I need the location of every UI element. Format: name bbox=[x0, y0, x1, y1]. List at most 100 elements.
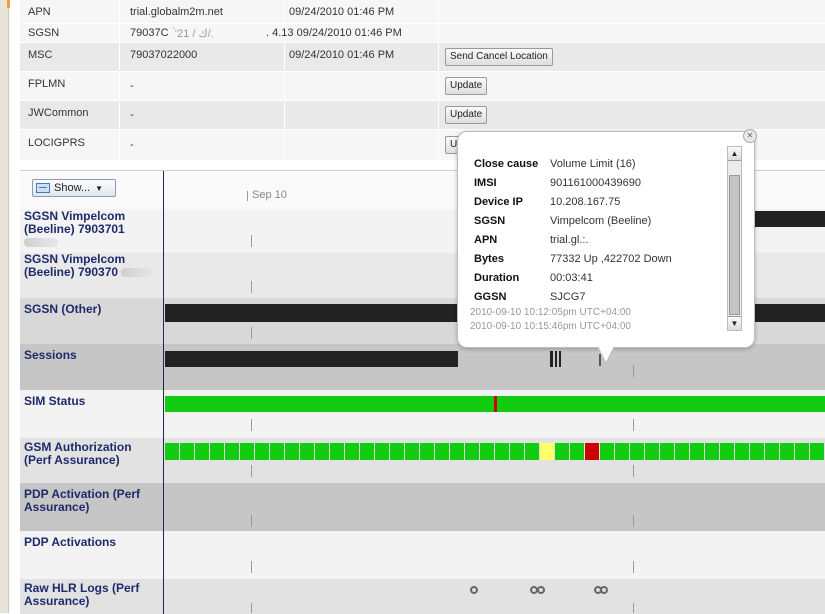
gsm-auth-segment[interactable] bbox=[525, 443, 539, 460]
axis-tick bbox=[633, 561, 634, 573]
gsm-auth-segment[interactable] bbox=[210, 443, 224, 460]
popup-field: IMSI 901161000439690 bbox=[474, 173, 676, 192]
attr-row-msc: MSC 79037022000 09/24/2010 01:46 PM Send… bbox=[20, 43, 825, 72]
gsm-auth-strip bbox=[165, 443, 825, 460]
gsm-auth-segment[interactable] bbox=[660, 443, 674, 460]
update-jwcommon-button[interactable]: Update bbox=[445, 106, 488, 124]
gsm-auth-segment[interactable] bbox=[225, 443, 239, 460]
send-cancel-location-button[interactable]: Send Cancel Location bbox=[445, 48, 553, 66]
attr-updated-text: 09/24/2010 01:46 PM bbox=[296, 27, 402, 39]
arrow-up-icon[interactable]: ▲ bbox=[728, 147, 741, 161]
attr-updated bbox=[284, 72, 434, 100]
popup-end-time: 2010-09-10 10:15:46pm UTC+04:00 bbox=[470, 321, 631, 332]
attr-action-cell: Update bbox=[438, 72, 825, 100]
hlr-log-marker[interactable] bbox=[470, 586, 478, 594]
gsm-auth-segment[interactable] bbox=[495, 443, 509, 460]
attr-value: trial.globalm2m.net bbox=[130, 5, 223, 18]
gsm-auth-segment[interactable] bbox=[585, 443, 599, 460]
attr-value: - bbox=[130, 109, 134, 121]
session-marker[interactable] bbox=[550, 351, 553, 367]
gsm-auth-segment[interactable] bbox=[255, 443, 269, 460]
session-bar[interactable] bbox=[165, 351, 458, 367]
gsm-auth-segment[interactable] bbox=[390, 443, 404, 460]
gsm-auth-segment[interactable] bbox=[645, 443, 659, 460]
scrollbar-thumb[interactable] bbox=[729, 175, 740, 315]
popup-field-key: Close cause bbox=[474, 157, 539, 170]
axis-tick bbox=[633, 465, 634, 477]
hlr-log-marker[interactable] bbox=[537, 586, 545, 594]
attr-action-cell: Update bbox=[438, 101, 825, 129]
gsm-auth-segment[interactable] bbox=[540, 443, 554, 460]
gsm-auth-segment[interactable] bbox=[300, 443, 314, 460]
hlr-log-marker[interactable] bbox=[600, 586, 608, 594]
gsm-auth-segment[interactable] bbox=[750, 443, 764, 460]
gsm-auth-segment[interactable] bbox=[615, 443, 629, 460]
gsm-auth-segment[interactable] bbox=[630, 443, 644, 460]
gsm-auth-segment[interactable] bbox=[555, 443, 569, 460]
gsm-auth-segment[interactable] bbox=[240, 443, 254, 460]
gsm-auth-segment[interactable] bbox=[450, 443, 464, 460]
axis-tick bbox=[633, 419, 634, 431]
gsm-auth-segment[interactable] bbox=[465, 443, 479, 460]
axis-tick bbox=[251, 561, 252, 573]
gsm-auth-segment[interactable] bbox=[270, 443, 284, 460]
sgsn-beeline-presence-bar[interactable] bbox=[751, 211, 825, 227]
attr-action-cell: Send Cancel Location bbox=[438, 43, 825, 71]
attr-updated: 09/24/2010 01:46 PM bbox=[284, 43, 434, 71]
gsm-auth-segment[interactable] bbox=[810, 443, 824, 460]
timeline-label-column bbox=[20, 171, 164, 614]
popup-field: Bytes 77332 Up ,422702 Down bbox=[474, 249, 676, 268]
attr-action bbox=[438, 24, 825, 42]
gsm-auth-segment[interactable] bbox=[735, 443, 749, 460]
gsm-auth-segment[interactable] bbox=[795, 443, 809, 460]
popup-field: APN trial.gl.:. bbox=[474, 230, 676, 249]
session-marker[interactable] bbox=[555, 351, 557, 367]
arrow-down-icon[interactable]: ▼ bbox=[728, 316, 741, 330]
gsm-auth-segment[interactable] bbox=[705, 443, 719, 460]
sim-status-change-marker[interactable] bbox=[494, 396, 497, 412]
popup-field-key: Device IP bbox=[474, 195, 523, 208]
gsm-auth-segment[interactable] bbox=[345, 443, 359, 460]
list-icon bbox=[36, 183, 50, 193]
frame-marker bbox=[7, 0, 10, 8]
gsm-auth-segment[interactable] bbox=[600, 443, 614, 460]
gsm-auth-segment[interactable] bbox=[420, 443, 434, 460]
attr-value: - bbox=[130, 80, 134, 92]
gsm-auth-segment[interactable] bbox=[690, 443, 704, 460]
popup-scrollbar[interactable]: ▲ ▼ bbox=[727, 146, 742, 331]
gsm-auth-segment[interactable] bbox=[510, 443, 524, 460]
popup-field-value: Volume Limit (16) bbox=[550, 157, 636, 170]
gsm-auth-segment[interactable] bbox=[405, 443, 419, 460]
attr-row-apn: APN trial.globalm2m.net 09/24/2010 01:46… bbox=[20, 0, 825, 24]
chevron-down-icon: ▼ bbox=[95, 183, 103, 193]
show-dropdown-button[interactable]: Show... ▼ bbox=[32, 179, 116, 197]
gsm-auth-segment[interactable] bbox=[330, 443, 344, 460]
attr-name: LOCIGPRS bbox=[20, 130, 120, 160]
session-marker[interactable] bbox=[559, 351, 561, 367]
gsm-auth-segment[interactable] bbox=[720, 443, 734, 460]
attr-updated bbox=[284, 130, 434, 160]
axis-tick bbox=[251, 327, 252, 339]
gsm-auth-segment[interactable] bbox=[375, 443, 389, 460]
gsm-auth-segment[interactable] bbox=[285, 443, 299, 460]
gsm-auth-segment[interactable] bbox=[570, 443, 584, 460]
popup-field-value: 77332 Up ,422702 Down bbox=[550, 252, 672, 265]
gsm-auth-segment[interactable] bbox=[765, 443, 779, 460]
update-fplmn-button[interactable]: Update bbox=[445, 77, 488, 95]
popup-start-time: 2010-09-10 10:12:05pm UTC+04:00 bbox=[470, 307, 631, 318]
gsm-auth-segment[interactable] bbox=[180, 443, 194, 460]
attr-name: FPLMN bbox=[20, 72, 120, 100]
attr-row-fplmn: FPLMN - Update bbox=[20, 72, 825, 101]
gsm-auth-segment[interactable] bbox=[780, 443, 794, 460]
popup-field-value: 901161000439690 bbox=[550, 176, 641, 189]
gsm-auth-segment[interactable] bbox=[480, 443, 494, 460]
gsm-auth-segment[interactable] bbox=[360, 443, 374, 460]
gsm-auth-segment[interactable] bbox=[165, 443, 179, 460]
gsm-auth-segment[interactable] bbox=[195, 443, 209, 460]
gsm-auth-segment[interactable] bbox=[675, 443, 689, 460]
gsm-auth-segment[interactable] bbox=[435, 443, 449, 460]
popup-field-key: Bytes bbox=[474, 252, 504, 265]
attr-row-jwcommon: JWCommon - Update bbox=[20, 101, 825, 130]
gsm-auth-segment[interactable] bbox=[315, 443, 329, 460]
close-icon[interactable]: ✕ bbox=[743, 129, 757, 143]
